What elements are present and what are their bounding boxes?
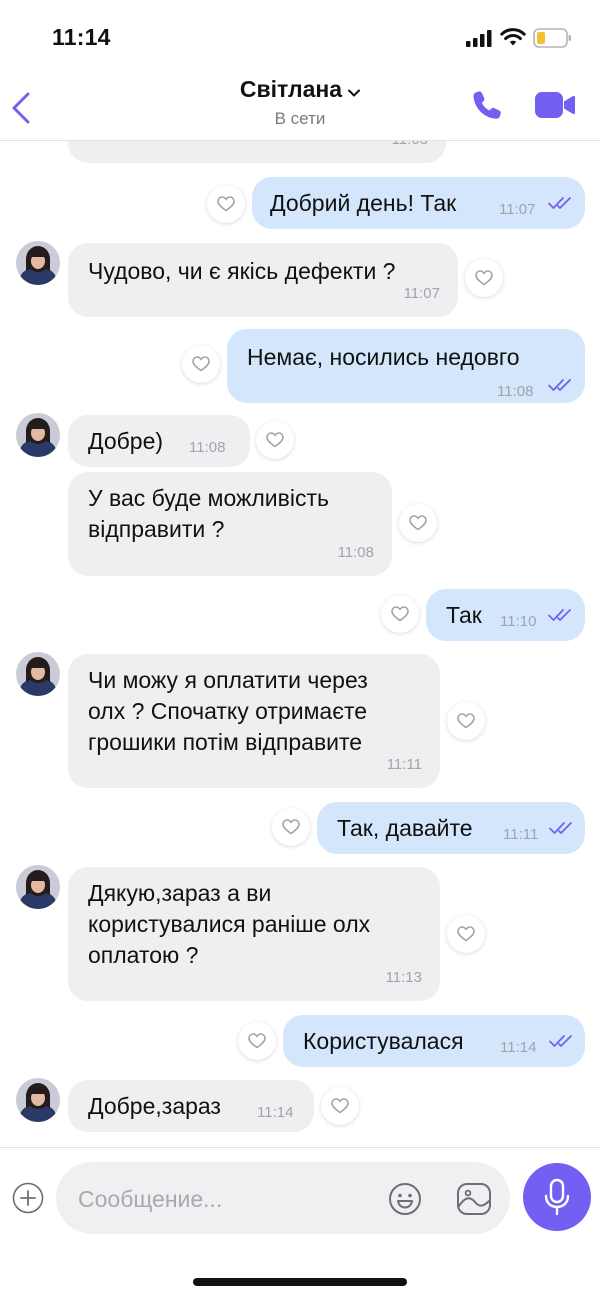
double-check-icon: [548, 197, 571, 209]
contact-status: В сети: [274, 109, 326, 128]
phone-icon[interactable]: [470, 88, 504, 122]
message-time: 11:10: [500, 613, 537, 630]
message-list[interactable]: 11:03 Добрий день! Так 11:07 Чудово, чи …: [0, 141, 600, 1146]
message-text: Чудово, чи є якісь дефекти ?: [88, 258, 396, 284]
message-time: 11:13: [385, 969, 422, 986]
message-text: Так: [446, 602, 482, 628]
message-bubble-incoming[interactable]: Дякую,зараз а ви користувалися раніше ол…: [68, 867, 440, 1001]
voice-record-button[interactable]: [523, 1163, 591, 1231]
message-time: 11:03: [392, 141, 428, 155]
message-text: Добре): [88, 428, 164, 454]
contact-title[interactable]: Світлана В сети: [0, 76, 600, 129]
video-camera-icon[interactable]: [534, 90, 576, 120]
message-text: Дякую,зараз а ви користувалися раніше ол…: [88, 880, 371, 968]
plus-icon[interactable]: [12, 1182, 44, 1214]
message-text: У вас буде можливість відправити ?: [88, 485, 329, 542]
double-check-icon: [548, 379, 571, 391]
heart-icon[interactable]: [238, 1022, 276, 1060]
avatar[interactable]: [16, 1078, 60, 1122]
message-time: 11:14: [500, 1039, 537, 1056]
message-time: 11:11: [503, 826, 539, 843]
status-bar: 11:14: [0, 0, 600, 70]
message-bubble-incoming[interactable]: Чудово, чи є якісь дефекти ? 11:07: [68, 243, 458, 317]
cellular-signal-icon: [466, 30, 492, 47]
avatar[interactable]: [16, 241, 60, 285]
message-text: Добрий день! Так: [270, 190, 457, 216]
message-text: Так, давайте: [337, 815, 473, 841]
message-bubble-outgoing[interactable]: Так 11:10: [426, 589, 585, 641]
microphone-icon: [544, 1178, 570, 1216]
double-check-icon: [548, 609, 571, 621]
sticker-icon[interactable]: [456, 1182, 492, 1216]
message-time: 11:08: [189, 439, 226, 456]
message-bubble-incoming[interactable]: У вас буде можливість відправити ? 11:08: [68, 472, 392, 576]
message-bubble-outgoing[interactable]: Немає, носились недовго 11:08: [227, 329, 585, 403]
heart-icon[interactable]: [447, 702, 485, 740]
message-time: 11:11: [386, 756, 422, 773]
home-indicator: [193, 1278, 407, 1286]
heart-icon[interactable]: [256, 421, 294, 459]
double-check-icon: [549, 1035, 572, 1047]
heart-icon[interactable]: [399, 504, 437, 542]
message-field: [56, 1162, 510, 1234]
wifi-icon: [500, 28, 526, 46]
heart-icon[interactable]: [321, 1087, 359, 1125]
message-bubble-outgoing[interactable]: Добрий день! Так 11:07: [252, 177, 585, 229]
heart-icon[interactable]: [182, 345, 220, 383]
message-time: 11:07: [499, 201, 536, 218]
message-input[interactable]: [76, 1182, 380, 1216]
avatar[interactable]: [16, 652, 60, 696]
message-composer: [0, 1147, 600, 1298]
message-text: Добре,зараз: [88, 1093, 221, 1119]
double-check-icon: [549, 822, 572, 834]
chevron-down-icon: [348, 89, 361, 97]
avatar[interactable]: [16, 413, 60, 457]
message-text: Користувалася: [303, 1028, 464, 1054]
heart-icon[interactable]: [465, 259, 503, 297]
avatar[interactable]: [16, 865, 60, 909]
message-time: 11:08: [337, 544, 374, 561]
message-time: 11:14: [257, 1104, 294, 1121]
heart-icon[interactable]: [272, 808, 310, 846]
message-bubble-outgoing[interactable]: Користувалася 11:14: [283, 1015, 585, 1067]
message-bubble-incoming[interactable]: Чи можу я оплатити через олх ? Спочатку …: [68, 654, 440, 788]
heart-icon[interactable]: [207, 185, 245, 223]
message-bubble-incoming[interactable]: 11:03: [68, 141, 446, 163]
battery-icon: [533, 28, 571, 48]
status-time: 11:14: [52, 24, 111, 50]
message-text: Чи можу я оплатити через олх ? Спочатку …: [88, 667, 368, 755]
chat-header: Світлана В сети: [0, 70, 600, 141]
message-text: Немає, носились недовго: [247, 344, 520, 370]
message-time: 11:08: [497, 383, 534, 400]
smiley-icon[interactable]: [388, 1182, 422, 1216]
message-time: 11:07: [403, 285, 440, 302]
heart-icon[interactable]: [447, 915, 485, 953]
message-bubble-incoming[interactable]: Добре,зараз 11:14: [68, 1080, 314, 1132]
contact-name: Світлана: [239, 76, 343, 102]
heart-icon[interactable]: [381, 595, 419, 633]
message-bubble-outgoing[interactable]: Так, давайте 11:11: [317, 802, 585, 854]
message-bubble-incoming[interactable]: Добре) 11:08: [68, 415, 250, 467]
